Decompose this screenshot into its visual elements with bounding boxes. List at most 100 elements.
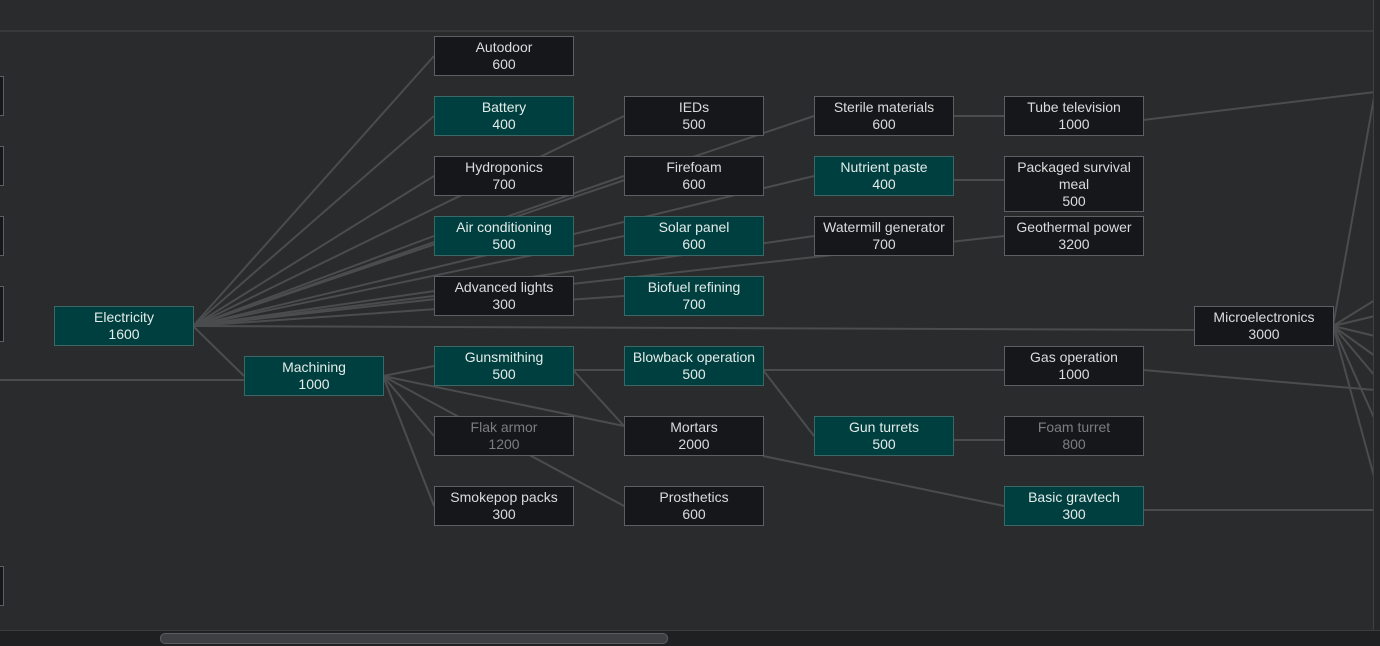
research-node-name: IEDs xyxy=(678,99,710,115)
link xyxy=(762,455,1005,507)
link xyxy=(1142,369,1376,391)
research-node-cost: 1000 xyxy=(1058,366,1090,382)
research-node-cost: 600 xyxy=(872,116,896,132)
research-tree-canvas[interactable]: Autodoor 600 Battery 400 Hydroponics 700 Air c… xyxy=(0,0,1380,645)
link xyxy=(1332,299,1376,327)
research-node-name: Basic gravtech xyxy=(1028,489,1120,505)
research-node-cost: 1600 xyxy=(108,326,140,342)
research-node-cost: 800 xyxy=(1062,436,1086,452)
research-node-name: Autodoor xyxy=(475,39,533,55)
research-node-watermill-generator[interactable]: Watermill generator 700 xyxy=(814,216,954,256)
research-node-gas-operation[interactable]: Gas operation 1000 xyxy=(1004,346,1144,386)
research-node-hydroponics[interactable]: Hydroponics 700 xyxy=(434,156,574,196)
research-node-prosthetics[interactable]: Prosthetics 600 xyxy=(624,486,764,526)
research-node-name: Packaged survival meal xyxy=(1017,158,1131,192)
research-node-cost: 3000 xyxy=(1248,326,1280,342)
research-node-gun-turrets[interactable]: Gun turrets 500 xyxy=(814,416,954,456)
research-node-cost: 2000 xyxy=(678,436,710,452)
link xyxy=(382,375,435,507)
research-node-microelectronics[interactable]: Microelectronics 3000 xyxy=(1194,306,1334,346)
right-panel-edge xyxy=(1373,0,1380,630)
research-node-battery[interactable]: Battery 400 xyxy=(434,96,574,136)
research-node-packaged-survival-meal[interactable]: Packaged survival meal 500 xyxy=(1004,156,1144,212)
research-node-blowback-operation[interactable]: Blowback operation 500 xyxy=(624,346,764,386)
research-node-cost: 300 xyxy=(1062,506,1086,522)
research-node-name: Nutrient paste xyxy=(840,159,928,175)
link xyxy=(1332,91,1376,327)
link xyxy=(192,325,245,377)
research-node-name: Prosthetics xyxy=(659,489,729,505)
link xyxy=(1332,325,1376,481)
research-node-cost: 1000 xyxy=(298,376,330,392)
research-node-cost: 700 xyxy=(682,296,706,312)
research-node-foam-turret[interactable]: Foam turret 800 xyxy=(1004,416,1144,456)
research-node-machining[interactable]: Machining 1000 xyxy=(244,356,384,396)
research-node-cost: 700 xyxy=(872,236,896,252)
research-node-cost: 500 xyxy=(872,436,896,452)
research-node-nutrient-paste[interactable]: Nutrient paste 400 xyxy=(814,156,954,196)
research-node-mortars[interactable]: Mortars 2000 xyxy=(624,416,764,456)
research-node-cost: 300 xyxy=(492,506,516,522)
research-node-geothermal-power[interactable]: Geothermal power 3200 xyxy=(1004,216,1144,256)
research-node-name: Battery xyxy=(481,99,527,115)
research-node-cost: 300 xyxy=(492,296,516,312)
research-node-cost: 500 xyxy=(682,366,706,382)
research-node-name: Smokepop packs xyxy=(450,489,558,505)
research-node-cost: 500 xyxy=(492,366,516,382)
research-node-cost: 3200 xyxy=(1058,236,1090,252)
research-node-name: Flak armor xyxy=(470,419,538,435)
link xyxy=(192,115,435,327)
research-node-cost: 600 xyxy=(682,176,706,192)
research-node-cost: 600 xyxy=(682,236,706,252)
research-node-cost: 500 xyxy=(1062,192,1086,209)
research-node-name: Solar panel xyxy=(658,219,730,235)
research-node-name: Gunsmithing xyxy=(464,349,544,365)
research-node-firefoam[interactable]: Firefoam 600 xyxy=(624,156,764,196)
horizontal-scrollbar[interactable] xyxy=(0,630,1380,646)
research-node-solar-panel[interactable]: Solar panel 600 xyxy=(624,216,764,256)
link xyxy=(382,365,435,377)
research-node-name: Air conditioning xyxy=(456,219,552,235)
research-node-advanced-lights[interactable]: Advanced lights 300 xyxy=(434,276,574,316)
research-node-electricity[interactable]: Electricity 1600 xyxy=(54,306,194,346)
offscreen-node[interactable] xyxy=(0,216,4,256)
research-node-air-conditioning[interactable]: Air conditioning 500 xyxy=(434,216,574,256)
research-node-autodoor[interactable]: Autodoor 600 xyxy=(434,36,574,76)
research-node-name: Hydroponics xyxy=(465,159,543,175)
research-node-name: Mortars xyxy=(670,419,718,435)
research-node-name: Tube television xyxy=(1027,99,1121,115)
research-node-name: Gas operation xyxy=(1030,349,1118,365)
research-node-cost: 1200 xyxy=(488,436,520,452)
link xyxy=(762,369,815,437)
research-node-flak-armor[interactable]: Flak armor 1200 xyxy=(434,416,574,456)
research-node-name: Watermill generator xyxy=(823,219,945,235)
offscreen-node[interactable] xyxy=(0,146,4,186)
link xyxy=(1142,91,1376,121)
link xyxy=(192,325,1195,331)
offscreen-node[interactable] xyxy=(0,286,4,342)
research-node-cost: 500 xyxy=(492,236,516,252)
offscreen-node[interactable] xyxy=(0,566,4,606)
research-node-name: Geothermal power xyxy=(1016,219,1132,235)
research-node-cost: 700 xyxy=(492,176,516,192)
research-node-name: Electricity xyxy=(94,309,154,325)
research-node-sterile-materials[interactable]: Sterile materials 600 xyxy=(814,96,954,136)
research-node-cost: 600 xyxy=(682,506,706,522)
research-node-ieds[interactable]: IEDs 500 xyxy=(624,96,764,136)
scrollbar-thumb[interactable] xyxy=(160,633,668,644)
research-node-smokepop-packs[interactable]: Smokepop packs 300 xyxy=(434,486,574,526)
research-node-name: Firefoam xyxy=(666,159,722,175)
research-node-cost: 1000 xyxy=(1058,116,1090,132)
research-node-name: Blowback operation xyxy=(632,349,756,365)
research-node-name: Foam turret xyxy=(1037,419,1111,435)
research-node-biofuel-refining[interactable]: Biofuel refining 700 xyxy=(624,276,764,316)
research-node-name: Sterile materials xyxy=(833,99,935,115)
offscreen-node[interactable] xyxy=(0,76,4,116)
research-node-name: Machining xyxy=(282,359,346,375)
research-node-tube-television[interactable]: Tube television 1000 xyxy=(1004,96,1144,136)
research-node-name: Microelectronics xyxy=(1213,309,1315,325)
research-node-cost: 500 xyxy=(682,116,706,132)
research-node-cost: 600 xyxy=(492,56,516,72)
research-node-gunsmithing[interactable]: Gunsmithing 500 xyxy=(434,346,574,386)
research-node-basic-gravtech[interactable]: Basic gravtech 300 xyxy=(1004,486,1144,526)
